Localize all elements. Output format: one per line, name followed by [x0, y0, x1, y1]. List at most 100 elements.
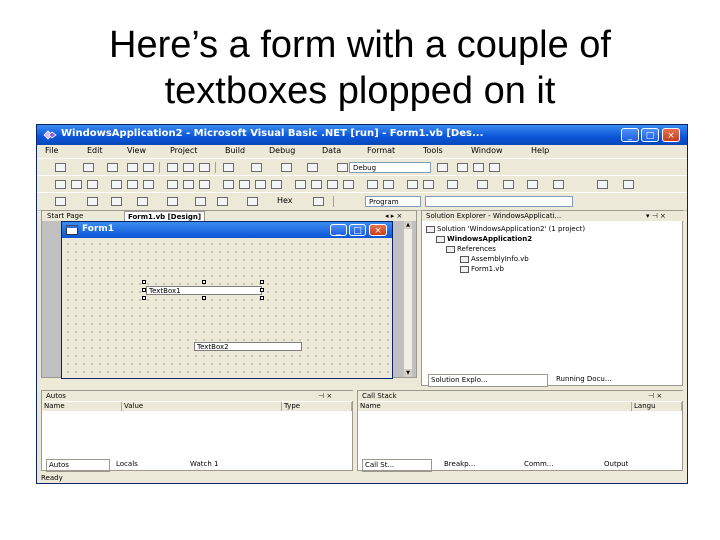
tree-assemblyinfo[interactable]: AssemblyInfo.vb — [460, 255, 529, 264]
make-same-width-icon[interactable] — [167, 180, 178, 189]
horizontal-spacing-icon[interactable] — [223, 180, 234, 189]
minimize-button[interactable]: _ — [621, 128, 639, 142]
menu-file[interactable]: File — [45, 146, 58, 155]
col-name[interactable]: Name — [358, 402, 632, 411]
find-icon[interactable] — [437, 163, 448, 172]
continue-icon[interactable] — [55, 197, 66, 206]
program-combo[interactable]: Program — [365, 196, 421, 207]
redo-icon[interactable] — [251, 163, 262, 172]
send-to-back-icon[interactable] — [423, 180, 434, 189]
make-same-size-icon[interactable] — [199, 180, 210, 189]
resize-handle[interactable] — [260, 288, 264, 292]
center-horizontally-icon[interactable] — [367, 180, 378, 189]
menu-view[interactable]: View — [127, 146, 146, 155]
maximize-button[interactable]: □ — [641, 128, 659, 142]
pin-icon[interactable]: ⊣ × — [318, 391, 332, 401]
resize-handle[interactable] — [142, 288, 146, 292]
menu-data[interactable]: Data — [322, 146, 341, 155]
col-type[interactable]: Type — [282, 402, 352, 411]
tab-autos[interactable]: Autos — [46, 459, 110, 472]
navigate-forward-icon[interactable] — [307, 163, 318, 172]
resize-handle[interactable] — [260, 296, 264, 300]
show-next-statement-icon[interactable] — [167, 197, 178, 206]
textbox2-control[interactable]: TextBox2 — [194, 342, 302, 351]
breakpoints-icon[interactable] — [313, 197, 324, 206]
program-select[interactable] — [425, 196, 573, 207]
save-icon[interactable] — [127, 163, 138, 172]
menu-project[interactable]: Project — [170, 146, 197, 155]
paste-icon[interactable] — [199, 163, 210, 172]
tab-breakpoints[interactable]: Breakp... — [442, 459, 510, 470]
add-item-icon[interactable] — [83, 163, 94, 172]
make-same-height-icon[interactable] — [183, 180, 194, 189]
step-out-icon[interactable] — [247, 197, 258, 206]
remove-vspacing-icon[interactable] — [343, 180, 354, 189]
layout-option-4-icon[interactable] — [597, 180, 608, 189]
remove-spacing-icon[interactable] — [271, 180, 282, 189]
tab-output[interactable]: Output — [602, 459, 670, 470]
lock-controls-icon[interactable] — [447, 180, 458, 189]
increase-vspacing-icon[interactable] — [311, 180, 322, 189]
menu-build[interactable]: Build — [225, 146, 245, 155]
bring-to-front-icon[interactable] — [407, 180, 418, 189]
resize-handle[interactable] — [202, 296, 206, 300]
tab-order-icon[interactable] — [477, 180, 488, 189]
properties-icon[interactable] — [473, 163, 484, 172]
align-middles-icon[interactable] — [127, 180, 138, 189]
menu-tools[interactable]: Tools — [423, 146, 443, 155]
resize-handle[interactable] — [142, 280, 146, 284]
copy-icon[interactable] — [183, 163, 194, 172]
align-lefts-icon[interactable] — [55, 180, 66, 189]
decrease-spacing-icon[interactable] — [255, 180, 266, 189]
step-into-icon[interactable] — [195, 197, 206, 206]
form1-window[interactable]: Form1 _ □ × TextBox1 TextBox2 — [61, 221, 393, 379]
tab-watch1[interactable]: Watch 1 — [188, 459, 260, 470]
menu-format[interactable]: Format — [367, 146, 395, 155]
col-language[interactable]: Langu — [632, 402, 682, 411]
scroll-up-icon[interactable]: ▲ — [404, 221, 412, 229]
designer-vscrollbar[interactable]: ▲ ▼ — [403, 221, 412, 377]
form-design-grid[interactable]: TextBox1 TextBox2 — [64, 240, 389, 376]
step-over-icon[interactable] — [217, 197, 228, 206]
tab-running-documents[interactable]: Running Docu... — [554, 374, 672, 385]
tree-form1[interactable]: Form1.vb — [460, 265, 504, 274]
close-button[interactable]: × — [662, 128, 680, 142]
tab-solution-explorer[interactable]: Solution Explo... — [428, 374, 548, 387]
align-tops-icon[interactable] — [111, 180, 122, 189]
menu-window[interactable]: Window — [471, 146, 503, 155]
tab-nav-arrows[interactable]: ◂ ▸ × — [382, 211, 405, 221]
stop-debugging-icon[interactable] — [111, 197, 122, 206]
tab-call-stack[interactable]: Call St... — [362, 459, 432, 472]
tab-start-page[interactable]: Start Page — [44, 211, 86, 221]
solution-explorer-icon[interactable] — [457, 163, 468, 172]
decrease-vspacing-icon[interactable] — [327, 180, 338, 189]
menu-edit[interactable]: Edit — [87, 146, 103, 155]
layout-option-3-icon[interactable] — [553, 180, 564, 189]
menu-help[interactable]: Help — [531, 146, 549, 155]
center-vertically-icon[interactable] — [383, 180, 394, 189]
scroll-down-icon[interactable]: ▼ — [404, 369, 412, 377]
vertical-spacing-icon[interactable] — [295, 180, 306, 189]
col-name[interactable]: Name — [42, 402, 122, 411]
align-rights-icon[interactable] — [87, 180, 98, 189]
pin-icon[interactable]: ▾ ⊣ × — [646, 211, 666, 221]
new-project-icon[interactable] — [55, 163, 66, 172]
align-centers-icon[interactable] — [71, 180, 82, 189]
pin-icon[interactable]: ⊣ × — [648, 391, 662, 401]
navigate-back-icon[interactable] — [281, 163, 292, 172]
resize-handle[interactable] — [202, 280, 206, 284]
layout-option-5-icon[interactable] — [623, 180, 634, 189]
solution-config-combo[interactable]: Debug — [349, 162, 431, 173]
align-bottoms-icon[interactable] — [143, 180, 154, 189]
save-all-icon[interactable] — [143, 163, 154, 172]
layout-option-icon[interactable] — [503, 180, 514, 189]
layout-option-2-icon[interactable] — [527, 180, 538, 189]
textbox1-control[interactable]: TextBox1 — [146, 286, 262, 295]
hex-toggle[interactable]: Hex — [277, 196, 293, 205]
tab-command[interactable]: Comm... — [522, 459, 590, 470]
cut-icon[interactable] — [167, 163, 178, 172]
toolbox-icon[interactable] — [489, 163, 500, 172]
tree-references[interactable]: References — [446, 245, 496, 254]
tree-solution[interactable]: Solution 'WindowsApplication2' (1 projec… — [426, 225, 585, 234]
break-all-icon[interactable] — [87, 197, 98, 206]
